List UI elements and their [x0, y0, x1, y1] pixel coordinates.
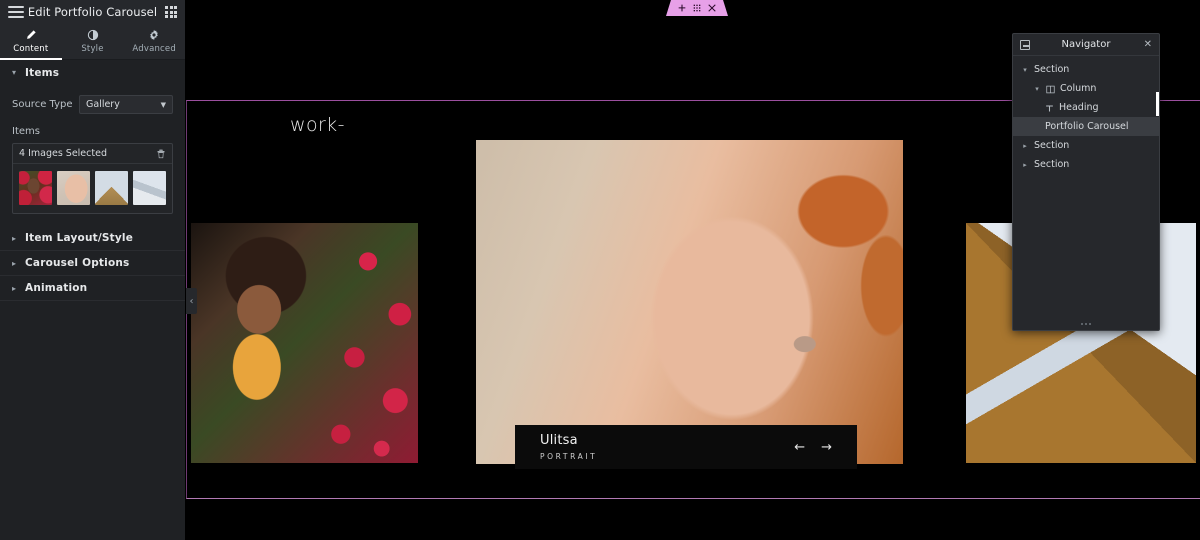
chevron-right-icon[interactable]: ▸: [1021, 161, 1029, 169]
navigator-tree: ▾ Section ▾ Column Heading Portfolio Car…: [1013, 56, 1159, 318]
navigator-title: Navigator: [1061, 39, 1111, 50]
carousel-navigation: ← →: [794, 441, 832, 454]
navigator-item-label: Section: [1034, 159, 1070, 170]
source-type-select[interactable]: Gallery ▼: [79, 95, 173, 114]
chevron-down-icon: ▼: [160, 100, 166, 109]
chevron-right-icon: ▸: [12, 233, 17, 243]
section-item-layout-style-label: Item Layout/Style: [25, 232, 134, 244]
section-items-body: Source Type Gallery ▼ Items 4 Images Sel…: [0, 85, 185, 226]
source-type-value: Gallery: [86, 99, 120, 110]
gear-icon: [148, 29, 160, 41]
tab-style-label: Style: [81, 44, 104, 54]
chevron-right-icon: ▸: [12, 283, 17, 293]
elementor-editor-screen: Edit Portfolio Carousel Content Style Ad…: [0, 0, 1200, 540]
section-carousel-options[interactable]: ▸ Carousel Options: [0, 251, 185, 276]
gallery-summary-row[interactable]: 4 Images Selected: [13, 144, 172, 164]
source-type-label: Source Type: [12, 99, 73, 110]
navigator-drag-indicator[interactable]: [1156, 92, 1159, 116]
tab-content[interactable]: Content: [0, 24, 62, 60]
thumb-pyramid[interactable]: [95, 171, 128, 205]
slide-portrait[interactable]: [476, 140, 903, 464]
caption-title: Ulitsa: [540, 433, 578, 448]
pencil-icon: [25, 29, 37, 41]
navigator-item-label: Column: [1060, 83, 1097, 94]
section-item-layout-style[interactable]: ▸ Item Layout/Style: [0, 226, 185, 251]
caption-subtitle: PORTRAIT: [540, 452, 598, 461]
panel-tabs: Content Style Advanced: [0, 24, 185, 60]
hamburger-icon[interactable]: [8, 6, 24, 18]
navigator-resize-handle[interactable]: [1013, 318, 1159, 330]
section-animation[interactable]: ▸ Animation: [0, 276, 185, 301]
panel-collapse-handle[interactable]: ‹: [186, 288, 197, 314]
plus-icon[interactable]: [678, 4, 686, 12]
chevron-right-icon[interactable]: ▸: [1021, 142, 1029, 150]
arrow-right-icon[interactable]: →: [821, 441, 832, 454]
section-edit-toolbar: [666, 0, 728, 16]
gallery-summary-text: 4 Images Selected: [19, 148, 107, 159]
navigator-item-section-3[interactable]: ▸ Section: [1013, 155, 1159, 174]
items-label: Items: [12, 126, 40, 137]
caption-text: Ulitsa PORTRAIT: [540, 433, 597, 461]
tab-style[interactable]: Style: [62, 24, 124, 59]
navigator-item-heading[interactable]: Heading: [1013, 98, 1159, 117]
apps-grid-icon[interactable]: [165, 6, 177, 18]
dock-icon[interactable]: [1020, 39, 1030, 50]
chevron-down-icon: ▾: [12, 68, 17, 77]
panel-sections: ▾ Items Source Type Gallery ▼ Items 4 Im…: [0, 60, 185, 540]
thumb-flowers-portrait[interactable]: [19, 171, 52, 205]
tab-advanced-label: Advanced: [132, 44, 176, 54]
contrast-icon: [87, 29, 99, 41]
section-items-header[interactable]: ▾ Items: [0, 60, 185, 85]
section-items-label: Items: [25, 66, 60, 79]
heading-work[interactable]: work-: [290, 114, 345, 136]
navigator-header: Navigator ✕: [1013, 34, 1159, 56]
section-carousel-options-label: Carousel Options: [25, 257, 130, 269]
navigator-item-label: Section: [1034, 140, 1070, 151]
tab-content-label: Content: [13, 44, 49, 54]
close-icon[interactable]: ✕: [1144, 39, 1152, 50]
heading-icon: [1045, 98, 1054, 117]
navigator-item-section-2[interactable]: ▸ Section: [1013, 136, 1159, 155]
navigator-item-section-1[interactable]: ▾ Section: [1013, 60, 1159, 79]
thumb-architecture[interactable]: [133, 171, 166, 205]
gallery-thumbnails: [13, 164, 172, 213]
navigator-item-label: Heading: [1059, 102, 1099, 113]
trash-icon[interactable]: [156, 144, 166, 163]
source-type-row: Source Type Gallery ▼: [12, 95, 173, 114]
navigator-item-label: Section: [1034, 64, 1070, 75]
arrow-left-icon[interactable]: ←: [794, 441, 805, 454]
navigator-item-portfolio-carousel[interactable]: Portfolio Carousel: [1013, 117, 1159, 136]
drag-handle-icon[interactable]: [693, 4, 701, 12]
close-icon[interactable]: [708, 4, 716, 12]
slide-flowers[interactable]: [191, 223, 418, 463]
navigator-item-label: Portfolio Carousel: [1045, 121, 1129, 132]
gallery-control: 4 Images Selected: [12, 143, 173, 214]
panel-header: Edit Portfolio Carousel: [0, 0, 185, 24]
editor-panel: Edit Portfolio Carousel Content Style Ad…: [0, 0, 186, 540]
chevron-down-icon[interactable]: ▾: [1021, 66, 1029, 74]
navigator-item-column[interactable]: ▾ Column: [1013, 79, 1159, 98]
section-animation-label: Animation: [25, 282, 88, 294]
carousel-caption: Ulitsa PORTRAIT ← →: [515, 425, 857, 469]
panel-title: Edit Portfolio Carousel: [27, 5, 158, 19]
chevron-right-icon: ▸: [12, 258, 17, 268]
thumb-face-profile[interactable]: [57, 171, 90, 205]
tab-advanced[interactable]: Advanced: [123, 24, 185, 59]
chevron-down-icon[interactable]: ▾: [1033, 85, 1041, 93]
column-icon: [1046, 79, 1055, 98]
navigator-panel: Navigator ✕ ▾ Section ▾ Column Heading P…: [1012, 33, 1160, 331]
slide-portrait-image: [476, 140, 903, 464]
slide-flowers-image: [191, 223, 418, 463]
